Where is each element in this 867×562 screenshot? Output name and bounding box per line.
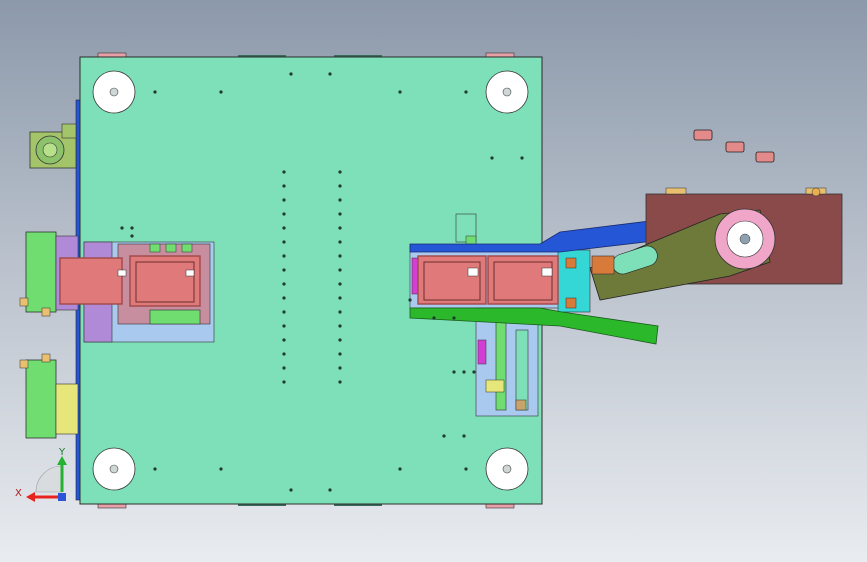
plate-hole	[282, 310, 286, 314]
plate-hole	[338, 366, 342, 370]
plate-hole	[153, 467, 157, 471]
corner-mount[interactable]	[92, 70, 136, 114]
plate-hole	[282, 170, 286, 174]
right-insert-b[interactable]	[487, 255, 559, 305]
plate-hole	[282, 212, 286, 216]
plate-hole	[464, 90, 468, 94]
plate-hole	[282, 184, 286, 188]
plate-hole	[153, 90, 157, 94]
plate-hole	[338, 324, 342, 328]
left-insert-b[interactable]	[129, 255, 201, 307]
plate-hole	[452, 370, 456, 374]
plate-hole	[398, 90, 402, 94]
axis-label-y: Y	[58, 447, 66, 458]
plate-hole	[398, 467, 402, 471]
plate-hole	[289, 72, 293, 76]
plate-hole	[338, 296, 342, 300]
plate-hole	[462, 370, 466, 374]
corner-mount[interactable]	[485, 447, 529, 491]
plate-hole	[338, 380, 342, 384]
plate-hole	[282, 268, 286, 272]
plate-hole	[520, 156, 524, 160]
plate-hole	[338, 310, 342, 314]
plate-hole	[282, 352, 286, 356]
loose-part[interactable]	[693, 129, 713, 141]
plate-hole	[130, 226, 134, 230]
cad-viewport[interactable]: Y X	[0, 0, 867, 562]
loose-part[interactable]	[755, 151, 775, 163]
left-green-block-bottom[interactable]	[25, 359, 57, 439]
plate-hole	[432, 316, 436, 320]
cad-scene[interactable]: Y X	[0, 0, 867, 562]
plate-hole	[130, 234, 134, 238]
plate-hole	[338, 338, 342, 342]
plate-hole	[282, 324, 286, 328]
plate-hole	[282, 254, 286, 258]
plate-hole	[338, 268, 342, 272]
plate-hole	[338, 226, 342, 230]
plate-hole	[338, 170, 342, 174]
corner-mount[interactable]	[485, 70, 529, 114]
plate-hole	[442, 434, 446, 438]
right-insert-a[interactable]	[417, 255, 487, 305]
plate-hole	[472, 370, 476, 374]
plate-hole	[338, 352, 342, 356]
plate-hole	[219, 90, 223, 94]
plate-hole	[289, 488, 293, 492]
plate-hole	[120, 226, 124, 230]
loose-parts[interactable]	[693, 129, 775, 163]
plate-hole	[282, 226, 286, 230]
plate-hole	[452, 316, 456, 320]
left-insert-a[interactable]	[59, 257, 123, 305]
axis-label-x: X	[15, 488, 22, 499]
plate-hole	[282, 296, 286, 300]
plate-hole	[462, 434, 466, 438]
plate-hole	[338, 282, 342, 286]
coordinate-triad-icon[interactable]: Y X	[15, 447, 67, 502]
plate-hole	[338, 198, 342, 202]
plate-hole	[338, 184, 342, 188]
plate-hole	[328, 488, 332, 492]
plate-hole	[219, 467, 223, 471]
plate-hole	[282, 282, 286, 286]
left-green-block-top[interactable]	[25, 231, 57, 313]
plate-hole	[338, 254, 342, 258]
plate-hole	[408, 298, 412, 302]
corner-mount[interactable]	[92, 447, 136, 491]
loose-part[interactable]	[725, 141, 745, 153]
plate-hole	[282, 338, 286, 342]
plate-hole	[282, 198, 286, 202]
plate-hole	[338, 212, 342, 216]
plate-hole	[328, 72, 332, 76]
plate-hole	[464, 467, 468, 471]
plate-hole	[338, 240, 342, 244]
plate-hole	[282, 366, 286, 370]
plate-hole	[282, 380, 286, 384]
plate-hole	[490, 156, 494, 160]
plate-hole	[282, 240, 286, 244]
